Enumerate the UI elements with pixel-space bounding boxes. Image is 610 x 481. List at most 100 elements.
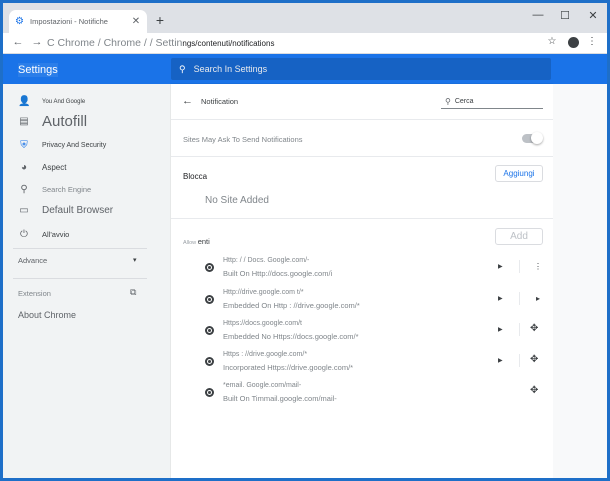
sidebar-item-label: You And Google (42, 98, 86, 105)
site-url: Http: / / Docs. Google.com/- (223, 257, 310, 264)
tab-title: Impostazioni - Notifiche (30, 17, 108, 26)
globe-icon (205, 357, 214, 366)
extensions-label: Extension (18, 289, 51, 298)
site-url: Https://docs.google.com/t (223, 320, 302, 327)
settings-sidebar: 👤 You And Google ▤ Autofill ⛨ Privacy An… (3, 84, 151, 478)
extension-puzzle-icon[interactable]: ✥ (530, 354, 538, 365)
site-url: Https : //drive.google.com/* (223, 351, 308, 358)
sidebar-item-label: All'avvio (42, 230, 70, 239)
maximize-button[interactable]: ☐ (555, 9, 575, 22)
site-row[interactable]: Https://docs.google.com/t Embedded No Ht… (171, 320, 553, 351)
allow-section-title: Allow enti (183, 237, 210, 246)
expand-arrow-icon[interactable]: ▶ (498, 263, 503, 270)
back-arrow-icon[interactable]: ← (182, 95, 193, 107)
no-sites-added-text: No Site Added (205, 195, 269, 206)
notification-search-label: Cerca (454, 97, 474, 105)
globe-icon (205, 295, 214, 304)
search-icon: ⚲ (20, 184, 28, 195)
site-embedded-on: Embedded No Https://docs.google.com/* (223, 332, 359, 341)
allow-add-button[interactable]: Add (495, 228, 543, 245)
notifications-card: ← Notification ⚲ Cerca Sites May Ask To … (171, 84, 553, 478)
row-separator (519, 354, 520, 367)
site-embedded-on: Built On Timmail.google.com/mail- (223, 394, 337, 403)
sidebar-divider (13, 278, 147, 279)
new-tab-button[interactable]: + (153, 12, 167, 28)
minimize-button[interactable]: — (528, 9, 548, 21)
site-embedded-on: Embedded On Http : //drive.google.com/* (223, 301, 360, 310)
more-actions-icon[interactable]: ⋮ (534, 262, 542, 271)
sidebar-item-aspect[interactable]: ◕ Aspect (18, 162, 67, 173)
search-icon: ⚲ (179, 63, 186, 74)
settings-title: Settings (18, 63, 58, 77)
menu-dots-icon[interactable]: ⋮ (586, 36, 598, 47)
block-section-title: Blocca (183, 172, 208, 181)
bookmark-star-icon[interactable]: ☆ (546, 36, 558, 47)
site-row[interactable]: Http: / / Docs. Google.com/- Built On Ht… (171, 257, 553, 288)
sidebar-item-label: Search Engine (42, 185, 92, 194)
ask-toggle[interactable] (522, 132, 543, 144)
sidebar-item-search-engine[interactable]: ⚲ Search Engine (18, 184, 91, 195)
site-row[interactable]: Https : //drive.google.com/* Incorporate… (171, 351, 553, 382)
sidebar-about-chrome[interactable]: About Chrome (18, 310, 76, 320)
browser-window: ⚙ Impostazioni - Notifiche ✕ + — ☐ ✕ ← →… (3, 3, 607, 478)
toggle-knob (531, 132, 543, 144)
expand-arrow-icon[interactable]: ▶ (498, 357, 503, 364)
sidebar-item-autofill[interactable]: ▤ Autofill (18, 113, 87, 130)
settings-search[interactable]: ⚲ (171, 58, 551, 80)
sidebar-item-you-and-google[interactable]: 👤 You And Google (18, 96, 85, 107)
sidebar-item-label: Aspect (42, 163, 67, 172)
more-actions-icon[interactable]: ▸ (534, 294, 542, 303)
site-row[interactable]: Http://drive.google.com t/* Embedded On … (171, 289, 553, 320)
site-row[interactable]: *email. Google.com/mail- Built On Timmai… (171, 382, 553, 413)
divider (171, 218, 553, 219)
sidebar-item-label: Autofill (42, 113, 88, 130)
settings-search-input[interactable] (193, 64, 494, 74)
sidebar-item-label: Default Browser (42, 205, 114, 216)
address-scheme: C Chrome / Chrome / / Settin (47, 37, 183, 49)
clipboard-icon: ▤ (19, 116, 29, 127)
globe-icon (205, 388, 214, 397)
browser-toolbar: ← → C Chrome / Chrome / / Settin ngs/con… (3, 33, 607, 54)
address-path: ngs/contenuti/notifications (182, 38, 275, 48)
divider (171, 156, 553, 157)
sidebar-extensions[interactable]: Extension (18, 289, 51, 298)
tab-close-icon[interactable]: ✕ (131, 16, 141, 27)
extension-puzzle-icon[interactable]: ✥ (530, 323, 538, 334)
right-gutter (553, 84, 607, 478)
site-url: *email. Google.com/mail- (223, 382, 302, 389)
row-separator (519, 323, 520, 336)
chevron-down-icon[interactable]: ▾ (133, 256, 137, 264)
open-external-icon[interactable]: ⧉ (130, 287, 136, 298)
back-icon[interactable]: ← (12, 36, 24, 48)
settings-gear-icon: ⚙ (15, 15, 24, 27)
expand-arrow-icon[interactable]: ▶ (498, 295, 503, 302)
sidebar-item-default-browser[interactable]: ▭ Default Browser (18, 205, 113, 216)
sidebar-advanced[interactable]: Advance (18, 256, 47, 265)
browser-icon: ▭ (19, 205, 29, 216)
sidebar-item-on-startup[interactable]: ⏻ All'avvio (18, 229, 69, 240)
palette-icon: ◕ (20, 162, 28, 173)
address-bar[interactable]: C Chrome / Chrome / / Settin ngs/contenu… (47, 34, 539, 52)
sidebar-item-privacy[interactable]: ⛨ Privacy And Security (18, 140, 106, 151)
divider (171, 119, 553, 120)
row-separator (519, 260, 520, 273)
block-add-button[interactable]: Aggiungi (495, 165, 543, 182)
forward-icon[interactable]: → (31, 36, 43, 48)
title-bar: ⚙ Impostazioni - Notifiche ✕ + — ☐ ✕ (3, 3, 607, 33)
site-url: Http://drive.google.com t/* (223, 289, 304, 296)
advanced-label: Advance (18, 256, 48, 265)
window-close-button[interactable]: ✕ (583, 9, 603, 22)
shield-icon: ⛨ (20, 140, 28, 151)
globe-icon (205, 326, 214, 335)
extension-puzzle-icon[interactable]: ✥ (530, 385, 538, 396)
expand-arrow-icon[interactable]: ▶ (498, 326, 503, 333)
ask-before-sending-label: Sites May Ask To Send Notifications (183, 135, 303, 144)
page-title: Notification (201, 97, 239, 106)
allow-label: enti (197, 237, 210, 246)
active-tab[interactable]: ⚙ Impostazioni - Notifiche ✕ (9, 10, 147, 33)
allow-prefix: Allow (183, 240, 197, 246)
profile-avatar[interactable] (568, 37, 579, 48)
notification-search[interactable]: ⚲ Cerca (441, 94, 543, 109)
power-icon: ⏻ (20, 229, 28, 240)
sidebar-item-label: Privacy And Security (42, 142, 107, 149)
